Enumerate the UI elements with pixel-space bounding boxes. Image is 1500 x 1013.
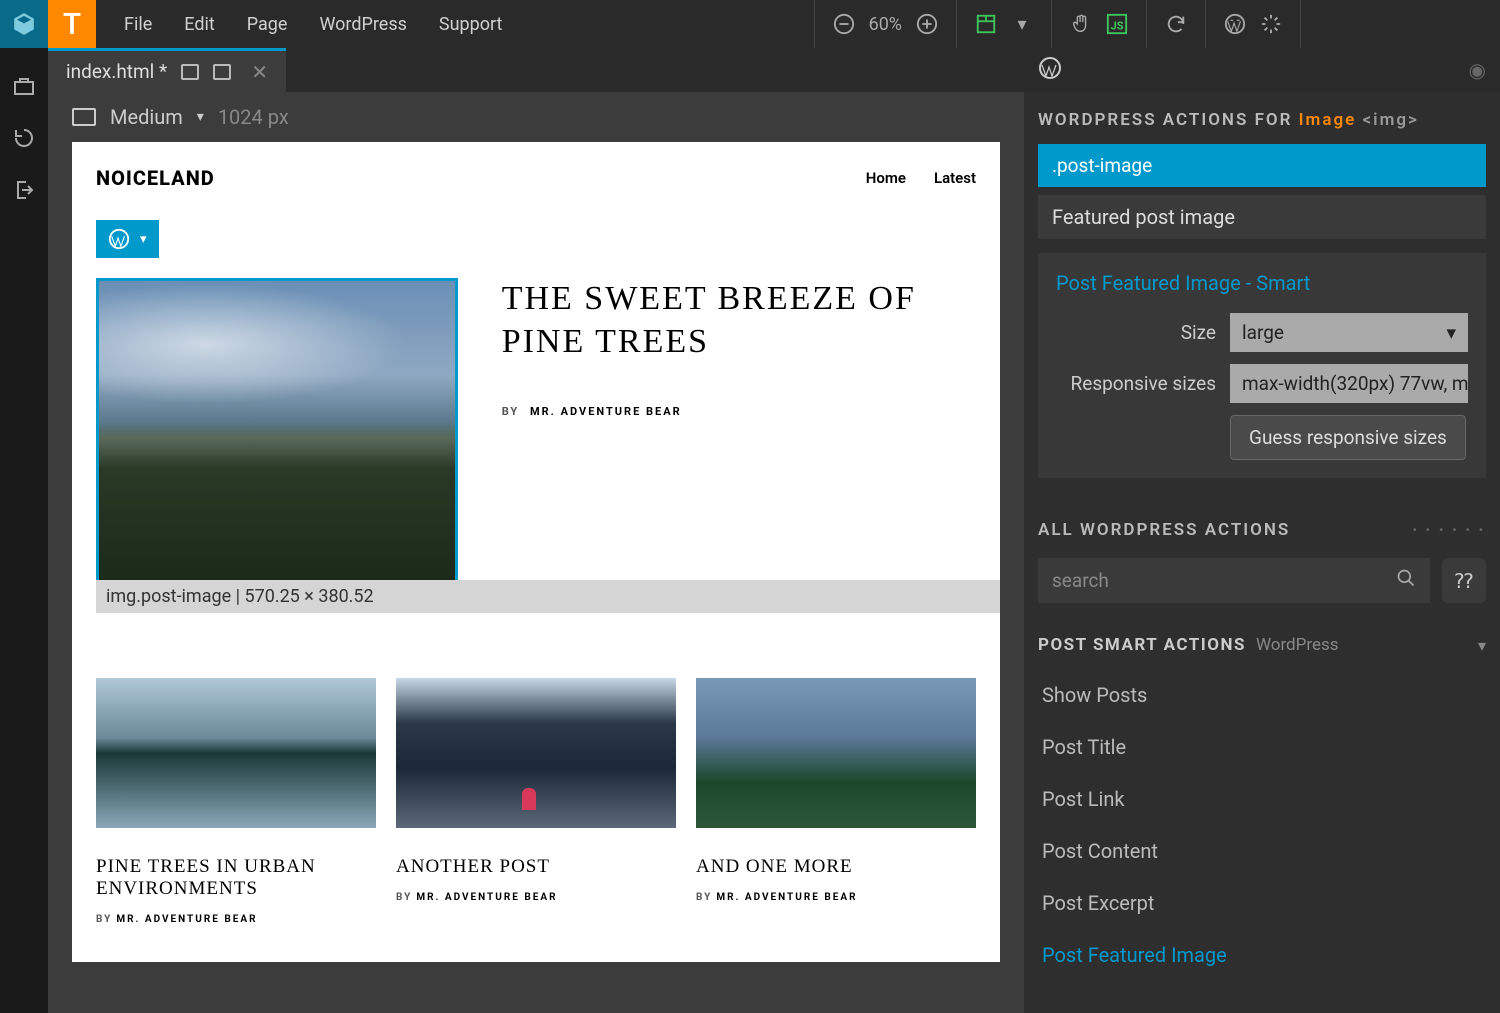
search-icon[interactable] (1396, 568, 1416, 593)
guess-sizes-button[interactable]: Guess responsive sizes (1230, 415, 1466, 460)
device-icon[interactable] (181, 64, 199, 80)
editor-main: Medium ▾ 1024 px NOICELAND Home Latest ▾… (48, 92, 1024, 1013)
wordpress-icon[interactable] (1038, 56, 1062, 84)
post-card[interactable]: ANOTHER POST BY MR. ADVENTURE BEAR (396, 678, 676, 925)
canvas[interactable]: NOICELAND Home Latest ▾ THE SWEET BREEZE… (72, 142, 1000, 962)
js-icon[interactable]: JS (1106, 13, 1128, 35)
help-button[interactable]: ⁇ (1442, 558, 1486, 603)
exit-icon[interactable] (12, 178, 36, 202)
tab-index-html[interactable]: index.html * ✕ (48, 48, 286, 92)
site-logo[interactable]: NOICELAND (96, 166, 215, 190)
by-author[interactable]: MR. ADVENTURE BEAR (416, 892, 557, 903)
zoom-out-icon[interactable] (833, 13, 855, 35)
menu-page[interactable]: Page (247, 14, 288, 35)
hero-by-author[interactable]: MR. ADVENTURE BEAR (530, 405, 682, 418)
by-label: BY (96, 914, 112, 925)
responsive-input[interactable]: max-width(320px) 77vw, max (1230, 364, 1468, 403)
undo-icon[interactable] (12, 126, 36, 150)
text-tool-icon[interactable]: T (48, 0, 96, 48)
by-label: BY (696, 892, 712, 903)
post-title[interactable]: PINE TREES IN URBAN ENVIRONMENTS (96, 856, 376, 900)
wordpress-icon[interactable] (1224, 13, 1246, 35)
by-author[interactable]: MR. ADVENTURE BEAR (116, 914, 257, 925)
eye-icon[interactable]: ◉ (1469, 58, 1486, 82)
left-rail (0, 48, 48, 1013)
action-post-featured-image[interactable]: Post Featured Image (1024, 929, 1500, 981)
featured-image-section: Post Featured Image - Smart Size large▾ … (1038, 253, 1486, 478)
layout-icon[interactable] (975, 13, 997, 35)
devices-icon[interactable] (213, 64, 231, 80)
by-author[interactable]: MR. ADVENTURE BEAR (716, 892, 857, 903)
post-title[interactable]: AND ONE MORE (696, 856, 976, 878)
post-thumb[interactable] (396, 678, 676, 828)
tab-label: index.html * (66, 60, 167, 83)
chevron-down-icon[interactable]: ▾ (140, 232, 147, 247)
wp-element-badge[interactable]: ▾ (96, 220, 159, 258)
nav-home[interactable]: Home (866, 169, 906, 187)
post-thumb[interactable] (96, 678, 376, 828)
briefcase-icon[interactable] (12, 74, 36, 98)
post-card[interactable]: PINE TREES IN URBAN ENVIRONMENTS BY MR. A… (96, 678, 376, 925)
size-label: Size (1056, 321, 1216, 344)
panel-heading: WORDPRESS ACTIONS FOR Image <img> (1024, 92, 1500, 144)
close-icon[interactable]: ✕ (251, 60, 268, 84)
breakpoint-px: 1024 px (218, 105, 289, 129)
rule-chip[interactable]: Featured post image (1038, 195, 1486, 239)
search-placeholder: search (1052, 569, 1109, 592)
action-post-content[interactable]: Post Content (1024, 825, 1500, 877)
chevron-down-icon: ▾ (1446, 321, 1456, 344)
menu-edit[interactable]: Edit (184, 14, 214, 35)
breakpoint-label: Medium (110, 105, 183, 129)
spark-icon[interactable] (1260, 13, 1282, 35)
responsive-label: Responsive sizes (1056, 372, 1216, 395)
chevron-down-icon[interactable]: ▾ (197, 109, 204, 125)
nav-latest[interactable]: Latest (934, 169, 976, 187)
selection-info: img.post-image | 570.25 × 380.52 (96, 580, 1000, 613)
hero-post-image[interactable] (96, 278, 458, 598)
chevron-down-icon: ▾ (1478, 636, 1486, 655)
post-card[interactable]: AND ONE MORE BY MR. ADVENTURE BEAR (696, 678, 976, 925)
zoom-in-icon[interactable] (916, 13, 938, 35)
action-post-excerpt[interactable]: Post Excerpt (1024, 877, 1500, 929)
post-thumb[interactable] (696, 678, 976, 828)
size-select[interactable]: large▾ (1230, 313, 1468, 352)
menu-support[interactable]: Support (439, 14, 503, 35)
app-logo-icon[interactable] (0, 0, 48, 48)
top-toolbar: T File Edit Page WordPress Support 60% ▾… (0, 0, 1500, 48)
wordpress-panel: ◉ WORDPRESS ACTIONS FOR Image <img> .pos… (1024, 48, 1500, 1013)
action-show-posts[interactable]: Show Posts (1024, 669, 1500, 721)
hero-title[interactable]: THE SWEET BREEZE OF PINE TREES (502, 278, 976, 363)
menu-wordpress[interactable]: WordPress (319, 14, 406, 35)
breakpoint-bar[interactable]: Medium ▾ 1024 px (48, 92, 1024, 142)
menu-file[interactable]: File (124, 14, 152, 35)
selector-chip[interactable]: .post-image (1038, 144, 1486, 187)
reload-icon[interactable] (1165, 13, 1187, 35)
chevron-down-icon[interactable]: ▾ (1011, 13, 1033, 35)
section-title: Post Featured Image - Smart (1056, 271, 1468, 295)
action-post-title[interactable]: Post Title (1024, 721, 1500, 773)
hand-icon[interactable] (1070, 13, 1092, 35)
svg-text:JS: JS (1111, 20, 1124, 33)
action-post-link[interactable]: Post Link (1024, 773, 1500, 825)
viewport-icon (72, 108, 96, 126)
post-title[interactable]: ANOTHER POST (396, 856, 676, 878)
actions-category[interactable]: POST SMART ACTIONS WordPress ▾ (1024, 621, 1500, 669)
hero-by-label: BY (502, 405, 520, 418)
zoom-level: 60% (869, 14, 902, 35)
search-input[interactable]: search (1038, 558, 1430, 603)
all-actions-heading: ALL WORDPRESS ACTIONS • • • • • • (1024, 502, 1500, 558)
by-label: BY (396, 892, 412, 903)
